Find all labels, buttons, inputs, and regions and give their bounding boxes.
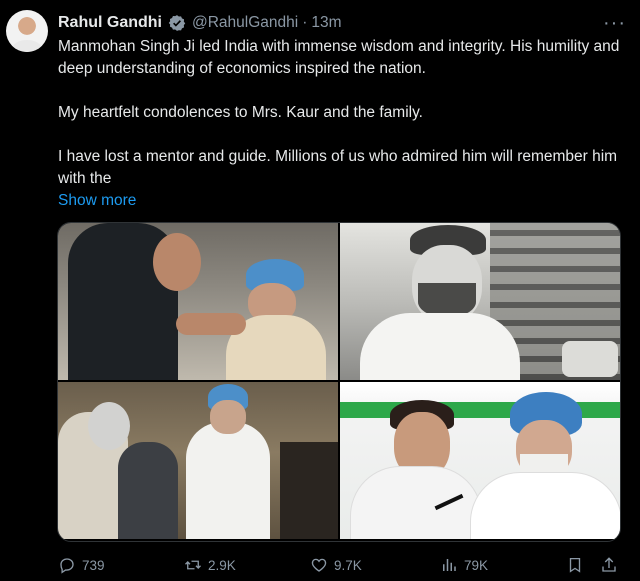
repost-button[interactable]: 2.9K <box>184 556 236 574</box>
photo-4[interactable] <box>340 382 620 539</box>
tweet-paragraph-1: Manmohan Singh Ji led India with immense… <box>58 38 620 77</box>
tweet-text: Manmohan Singh Ji led India with immense… <box>58 36 620 212</box>
separator: · <box>302 14 308 31</box>
author-avatar[interactable] <box>6 10 48 52</box>
repost-count: 2.9K <box>208 557 236 573</box>
photo-1[interactable] <box>58 223 338 380</box>
timestamp[interactable]: 13m <box>311 14 341 32</box>
photo-2[interactable] <box>340 223 620 380</box>
share-icon <box>602 557 616 572</box>
like-button[interactable]: 9.7K <box>310 556 362 574</box>
views-chart-icon <box>443 559 456 571</box>
views-count: 79K <box>464 557 489 573</box>
bookmark-button[interactable] <box>566 556 584 574</box>
show-more-link[interactable]: Show more <box>58 190 620 212</box>
like-count: 9.7K <box>334 557 362 573</box>
share-button[interactable] <box>600 556 618 574</box>
reply-button[interactable]: 739 <box>58 556 105 574</box>
photo-3[interactable] <box>58 382 338 539</box>
verified-badge-icon <box>168 15 186 31</box>
repost-icon <box>185 560 201 570</box>
action-bar: 739 2.9K 9.7K 79K <box>58 556 624 576</box>
photo-grid <box>57 222 621 542</box>
author-name[interactable]: Rahul Gandhi <box>58 14 162 32</box>
tweet-header: Rahul Gandhi @RahulGandhi · 13m <box>58 12 630 34</box>
reply-icon <box>60 558 74 574</box>
tweet-paragraph-2: My heartfelt condolences to Mrs. Kaur an… <box>58 104 423 121</box>
bookmark-icon <box>569 557 581 573</box>
reply-count: 739 <box>82 557 105 573</box>
heart-icon <box>311 558 327 572</box>
author-handle[interactable]: @RahulGandhi <box>192 14 298 32</box>
tweet-paragraph-3: I have lost a mentor and guide. Millions… <box>58 148 618 187</box>
views-button[interactable]: 79K <box>440 556 488 574</box>
more-options-icon[interactable]: ··· <box>603 12 626 35</box>
